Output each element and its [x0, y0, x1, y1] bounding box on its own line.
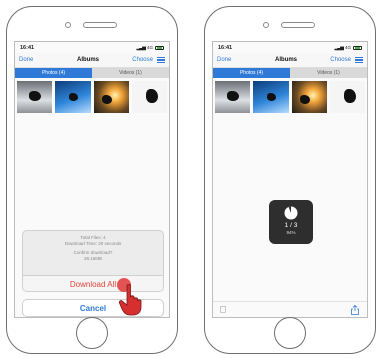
speaker-slot: [83, 22, 117, 28]
download-summary: Total Files: 4 Download Time: 20 seconds…: [23, 231, 163, 275]
media-tabs: Photos (4) Videos (1): [213, 68, 367, 78]
list-icon[interactable]: [156, 57, 165, 63]
signal-icon: ▂▃▅: [136, 44, 145, 51]
screen-left: 16:41 ▂▃▅ 4G Done Albums Choose Photos (…: [14, 41, 170, 318]
speaker-slot: [281, 22, 315, 28]
photo-thumbnail[interactable]: [17, 81, 53, 113]
page-title: Albums: [76, 57, 99, 63]
photo-thumbnail[interactable]: [131, 81, 167, 113]
photo-thumbnail[interactable]: [93, 81, 129, 113]
battery-icon: [155, 45, 164, 50]
home-button[interactable]: [76, 317, 108, 349]
choose-button[interactable]: Choose: [132, 57, 153, 63]
photo-grid: [15, 78, 169, 116]
size-text: 28.16MB: [83, 256, 102, 261]
photo-thumbnail[interactable]: [291, 81, 327, 113]
media-tabs: Photos (4) Videos (1): [15, 68, 169, 78]
photo-thumbnail[interactable]: [253, 81, 289, 113]
hand-pointer-icon: [118, 283, 142, 316]
download-progress-hud: 1 / 3 94%: [269, 200, 313, 244]
nav-bar: Done Albums Choose: [213, 53, 367, 68]
list-icon[interactable]: [354, 57, 363, 63]
nav-bar: Done Albums Choose: [15, 53, 169, 68]
phone-left: 16:41 ▂▃▅ 4G Done Albums Choose Photos (…: [6, 6, 178, 354]
photo-thumbnail[interactable]: [215, 81, 251, 113]
bottom-toolbar: [213, 301, 367, 317]
progress-percent: 94%: [286, 230, 296, 235]
share-icon[interactable]: [350, 304, 360, 315]
camera-dot: [263, 22, 269, 28]
screen-right: 16:41 ▂▃▅ 4G Done Albums Choose Photos (…: [212, 41, 368, 318]
status-bar: 16:41 ▂▃▅ 4G: [15, 42, 169, 53]
tab-videos[interactable]: Videos (1): [290, 68, 367, 78]
status-bar: 16:41 ▂▃▅ 4G: [213, 42, 367, 53]
tab-videos[interactable]: Videos (1): [92, 68, 169, 78]
progress-count: 1 / 3: [284, 222, 298, 229]
tab-photos[interactable]: Photos (4): [213, 68, 290, 78]
battery-icon: [353, 45, 362, 50]
signal-icon: ▂▃▅: [334, 44, 343, 51]
network-label: 4G: [146, 45, 153, 50]
phone-right: 16:41 ▂▃▅ 4G Done Albums Choose Photos (…: [204, 6, 376, 354]
network-label: 4G: [344, 45, 351, 50]
camera-dot: [65, 22, 71, 28]
choose-button[interactable]: Choose: [330, 57, 351, 63]
tab-photos[interactable]: Photos (4): [15, 68, 92, 78]
photo-thumbnail[interactable]: [55, 81, 91, 113]
trash-icon[interactable]: [220, 306, 226, 313]
progress-pie-icon: [284, 206, 298, 220]
photo-thumbnail[interactable]: [329, 81, 365, 113]
page-title: Albums: [274, 57, 297, 63]
home-button[interactable]: [274, 317, 306, 349]
done-button[interactable]: Done: [217, 57, 257, 63]
done-button[interactable]: Done: [19, 57, 59, 63]
photo-grid: [213, 78, 367, 116]
status-time: 16:41: [218, 44, 233, 51]
status-time: 16:41: [20, 44, 35, 51]
